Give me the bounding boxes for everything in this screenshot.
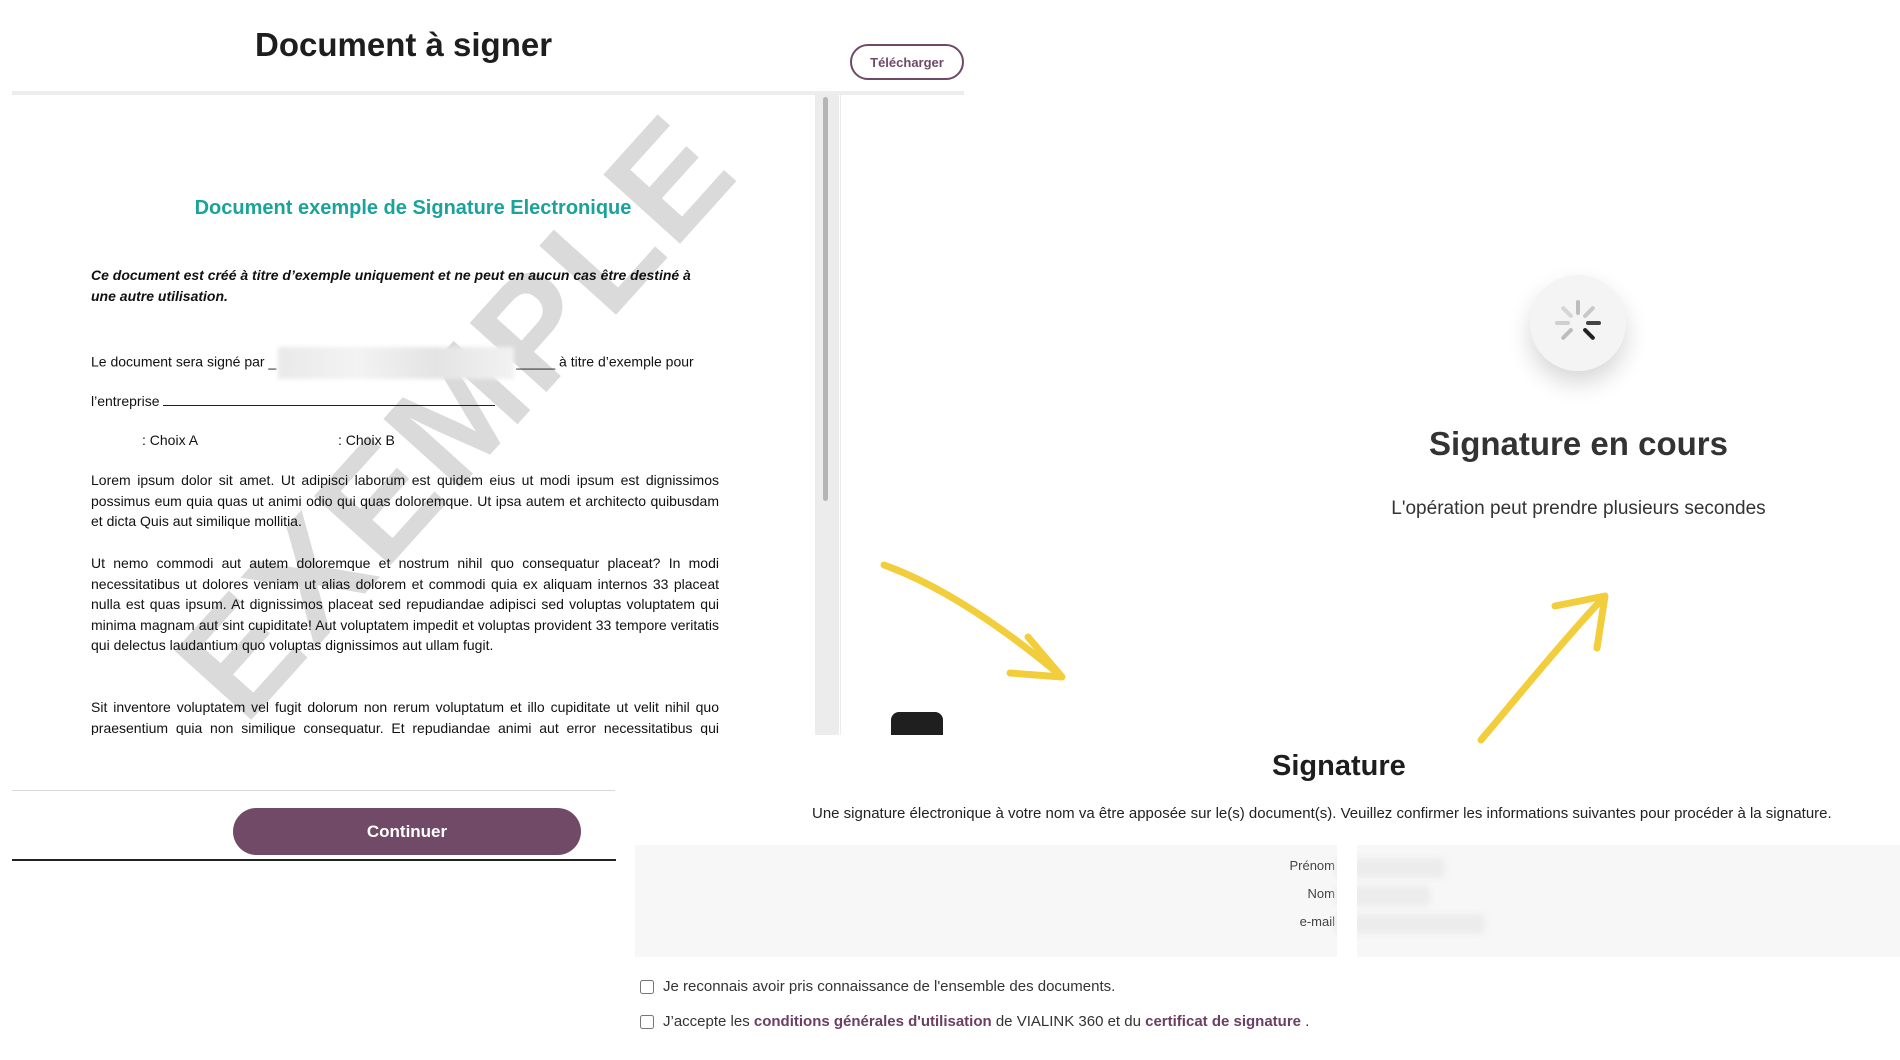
signature-panel: Signature Une signature électronique à v… [630,735,1900,1060]
email-label: e-mail [1299,914,1335,929]
documents-consent-checkbox[interactable] [640,979,654,994]
divider [12,790,615,791]
paragraph: Lorem ipsum dolor sit amet. Ut adipisci … [91,472,719,529]
scrollbar[interactable] [815,95,839,735]
progress-panel: Signature en cours L'opération peut pren… [1240,270,1880,530]
document-page: EXEMPLE Document exemple de Signature El… [12,95,814,735]
continue-button[interactable]: Continuer [233,808,581,855]
document-viewer[interactable]: EXEMPLE Document exemple de Signature El… [12,95,964,735]
terms-middle: de VIALINK 360 et du [995,1013,1141,1030]
terms-prefix: J’accepte les [663,1013,750,1030]
document-notice: Ce document est créé à titre d’exemple u… [91,267,691,304]
progress-title: Signature en cours [1429,425,1728,462]
arrow-right-icon [880,561,1066,681]
signature-title: Signature [1272,750,1406,782]
lastname-label: Nom [1307,886,1335,901]
redacted-name [278,347,515,379]
paragraph: Sit inventore voluptatem vel fugit dolor… [91,699,719,735]
signature-description: Une signature électronique à votre nom v… [812,805,1832,822]
signed-by-suffix: _____ à titre d’exemple pour [516,353,694,370]
paragraph: Ut nemo commodi aut autem doloremque et … [91,555,719,653]
terms-consent-row: J’accepte les conditions générales d'uti… [640,1013,1309,1030]
firstname-label: Prénom [1289,858,1335,873]
signer-info: Prénom Nom e-mail [635,845,1900,957]
choice-a: : Choix A [142,432,199,448]
email-value [1335,914,1485,934]
certificate-link[interactable]: certificat de signature [1145,1013,1301,1030]
spinner-icon [1530,275,1626,371]
label-mask [1337,845,1357,957]
signed-by-line: Le document sera signé par _ _____ à titr… [91,347,694,379]
signed-by-prefix: Le document sera signé par _ [91,353,277,370]
page-title: Document à signer [255,26,553,63]
documents-consent-row: Je reconnais avoir pris connaissance de … [640,978,1115,995]
floating-tab[interactable] [891,712,943,735]
scrollbar-thumb[interactable] [823,97,828,501]
progress-subtitle: L'opération peut prendre plusieurs secon… [1391,498,1766,519]
divider [12,859,616,861]
info-row-lastname: Nom [635,883,1430,907]
documents-consent-label: Je reconnais avoir pris connaissance de … [663,978,1116,995]
terms-link[interactable]: conditions générales d'utilisation [754,1013,992,1030]
document-heading: Document exemple de Signature Electroniq… [194,197,632,219]
company-blank [163,405,496,406]
company-line: l’entreprise [91,393,496,409]
company-prefix: l’entreprise [91,393,160,409]
info-row-firstname: Prénom [635,855,1445,879]
terms-consent-checkbox[interactable] [640,1014,654,1029]
terms-suffix: . [1305,1013,1310,1030]
choice-b: : Choix B [338,432,395,448]
download-button[interactable]: Télécharger [850,44,964,80]
arrow-up-icon [1477,592,1609,744]
info-row-email: e-mail [635,911,1485,935]
